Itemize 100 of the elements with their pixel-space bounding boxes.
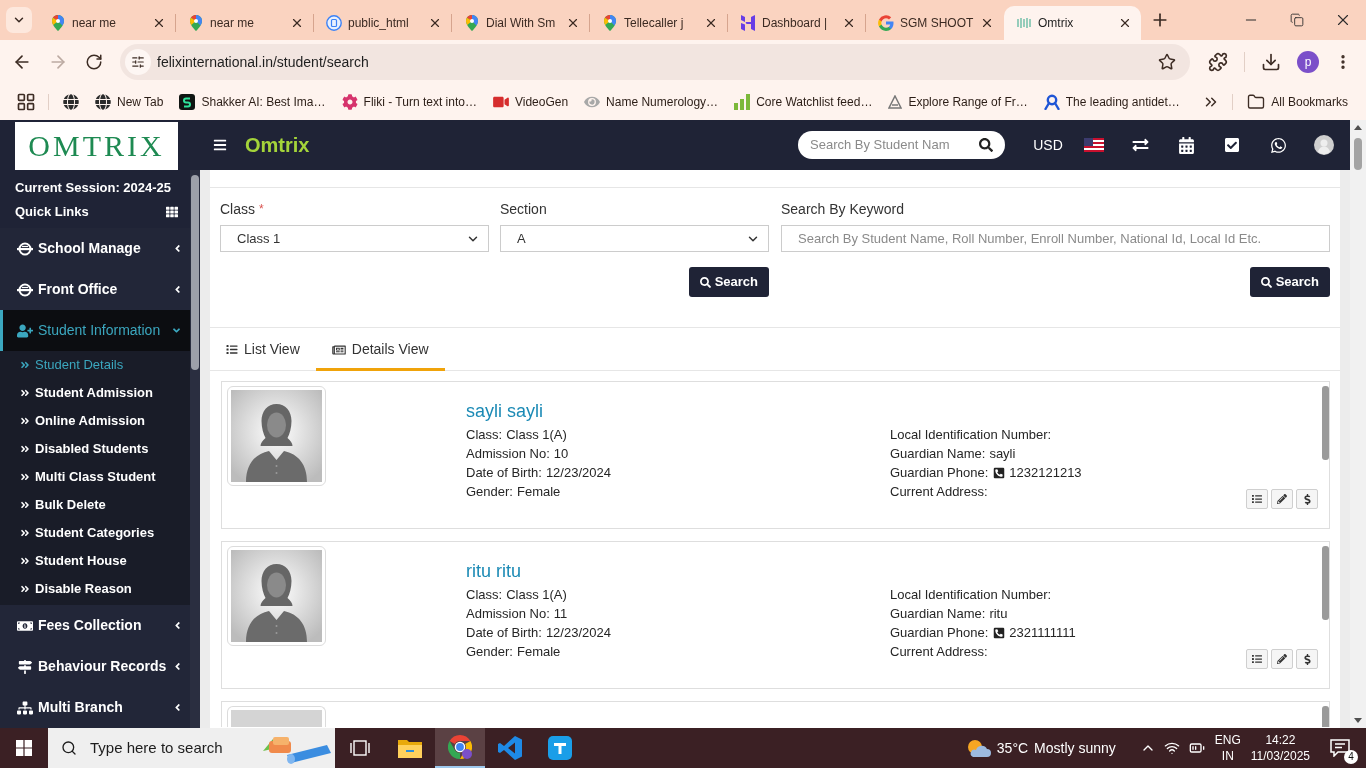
address-bar[interactable]: felixinternational.in/student/search xyxy=(120,44,1190,80)
submenu-item[interactable]: Disabled Students xyxy=(0,435,190,463)
submenu-item[interactable]: Student Admission xyxy=(0,379,190,407)
sidebar-item[interactable]: School Manage xyxy=(0,228,190,269)
calendar-icon[interactable] xyxy=(1178,136,1194,154)
student-search-field[interactable]: Search By Student Nam xyxy=(798,131,1005,159)
scrollbar-thumb[interactable] xyxy=(1322,386,1329,460)
submenu-item[interactable]: Student Categories xyxy=(0,519,190,547)
close-icon[interactable] xyxy=(842,16,856,30)
network-icon[interactable] xyxy=(1163,740,1180,756)
scrollbar-thumb[interactable] xyxy=(1354,138,1362,170)
clock-date[interactable]: 11/03/2025 xyxy=(1250,748,1310,764)
tab-list-button[interactable] xyxy=(6,7,32,33)
fees-button[interactable] xyxy=(1296,489,1318,509)
keyword-search-field[interactable]: Search By Student Name, Roll Number, Enroll Number, National Id, Local Id Etc. xyxy=(781,225,1330,252)
submenu-item[interactable]: Multi Class Student xyxy=(0,463,190,491)
bookmark-item[interactable]: Shakker AI: Best Ima… xyxy=(171,88,334,116)
chat-bubble-icon[interactable] xyxy=(1269,136,1287,154)
bookmark-item[interactable]: Name Numerology… xyxy=(576,88,727,116)
close-icon[interactable] xyxy=(704,16,718,30)
page-scrollbar[interactable] xyxy=(1350,120,1366,728)
brand-logo[interactable]: OMTRIX xyxy=(28,129,165,163)
language-indicator[interactable]: ENG xyxy=(1214,732,1241,748)
close-icon[interactable] xyxy=(566,16,580,30)
browser-tab[interactable]: near me xyxy=(176,6,313,40)
detail-value: sayli xyxy=(989,444,1016,463)
submenu-item[interactable]: Student House xyxy=(0,547,190,575)
battery-icon[interactable] xyxy=(1187,740,1206,756)
scroll-down-icon[interactable] xyxy=(1354,718,1362,723)
menu-icon[interactable] xyxy=(213,138,227,152)
scrollbar-thumb[interactable] xyxy=(191,175,199,370)
profile-avatar[interactable]: p xyxy=(1297,51,1319,73)
flag-icon[interactable] xyxy=(1084,138,1104,152)
close-icon[interactable] xyxy=(428,16,442,30)
edit-button[interactable] xyxy=(1271,649,1293,669)
browser-tab[interactable]: Omtrix xyxy=(1004,6,1141,40)
browser-tab[interactable]: Tellecaller j xyxy=(590,6,727,40)
region-indicator[interactable]: IN xyxy=(1221,748,1234,764)
bookmark-item[interactable]: VideoGen xyxy=(484,88,577,116)
view-tab[interactable]: Details View xyxy=(315,328,445,371)
reload-icon[interactable] xyxy=(85,53,103,71)
checkbox-icon[interactable] xyxy=(1224,137,1240,153)
field-label: Section xyxy=(500,199,547,219)
currency-selector[interactable]: USD xyxy=(1033,134,1063,156)
submenu-item[interactable]: Disable Reason xyxy=(0,575,190,603)
close-icon[interactable] xyxy=(1118,16,1132,30)
search-button[interactable]: Search xyxy=(688,267,769,297)
sidebar-item[interactable]: Student Information xyxy=(0,310,190,351)
download-icon[interactable] xyxy=(1261,52,1281,72)
apps-grid-icon[interactable] xyxy=(16,92,36,112)
extensions-icon[interactable] xyxy=(1208,52,1228,72)
student-name-link[interactable]: ritu ritu xyxy=(466,559,521,583)
bookmark-item[interactable]: Fliki - Turn text into… xyxy=(333,88,485,116)
browser-tab[interactable]: SGM SHOOT xyxy=(866,6,1003,40)
bookmark-item[interactable]: The leading antidet… xyxy=(1035,88,1188,116)
edit-button[interactable] xyxy=(1271,489,1293,509)
browser-tab[interactable]: Dial With Sm xyxy=(452,6,589,40)
sidebar-item[interactable]: Fees Collection xyxy=(0,605,190,646)
close-icon[interactable] xyxy=(152,16,166,30)
details-button[interactable] xyxy=(1246,649,1268,669)
bookmark-star-icon[interactable] xyxy=(1158,53,1176,71)
swap-arrows-icon[interactable] xyxy=(1131,137,1149,153)
bookmark-item[interactable]: New Tab xyxy=(87,88,172,116)
browser-tab[interactable]: Dashboard | xyxy=(728,6,865,40)
sidebar-item[interactable]: Front Office xyxy=(0,269,190,310)
restore-icon[interactable] xyxy=(1290,13,1304,27)
submenu-item[interactable]: Student Details xyxy=(0,351,190,379)
sidebar-scrollbar[interactable] xyxy=(190,170,200,728)
signpost-icon xyxy=(17,659,33,674)
browser-tab[interactable]: near me xyxy=(38,6,175,40)
search-button[interactable]: Search xyxy=(1249,267,1330,297)
search-icon[interactable] xyxy=(979,138,993,152)
fees-button[interactable] xyxy=(1296,649,1318,669)
select-field[interactable]: A xyxy=(500,225,769,252)
scrollbar-thumb[interactable] xyxy=(1322,706,1329,727)
bookmark-item[interactable]: Core Watchlist feed… xyxy=(726,88,881,116)
select-field[interactable]: Class 1 xyxy=(220,225,489,252)
browser-tab[interactable]: public_html xyxy=(314,6,451,40)
detail-value: 11 xyxy=(553,604,568,623)
clock-time[interactable]: 14:22 xyxy=(1265,732,1296,748)
sidebar-item[interactable]: Multi Branch xyxy=(0,687,190,728)
site-info-icon[interactable] xyxy=(125,49,151,75)
scroll-up-icon[interactable] xyxy=(1354,125,1362,130)
submenu-item[interactable]: Online Admission xyxy=(0,407,190,435)
notification-icon[interactable] xyxy=(1330,739,1350,757)
avatar-icon[interactable] xyxy=(1314,135,1334,155)
close-icon[interactable] xyxy=(290,16,304,30)
all-bookmarks-button[interactable]: All Bookmarks xyxy=(1243,88,1352,116)
taskbar-search-field[interactable]: Type here to search xyxy=(48,728,335,768)
student-name-link[interactable]: sayli sayli xyxy=(466,399,544,423)
view-tab[interactable]: List View xyxy=(210,328,316,371)
sidebar-item[interactable]: Behaviour Records xyxy=(0,646,190,687)
scrollbar-thumb[interactable] xyxy=(1322,546,1329,620)
details-button[interactable] xyxy=(1246,489,1268,509)
close-icon[interactable] xyxy=(980,16,994,30)
quick-links-link[interactable]: Quick Links xyxy=(15,200,89,224)
submenu-item[interactable]: Bulk Delete xyxy=(0,491,190,519)
start-icon[interactable] xyxy=(16,740,32,756)
grid-icon[interactable] xyxy=(165,206,179,218)
bookmark-item[interactable]: Explore Range of Fr… xyxy=(880,88,1036,116)
